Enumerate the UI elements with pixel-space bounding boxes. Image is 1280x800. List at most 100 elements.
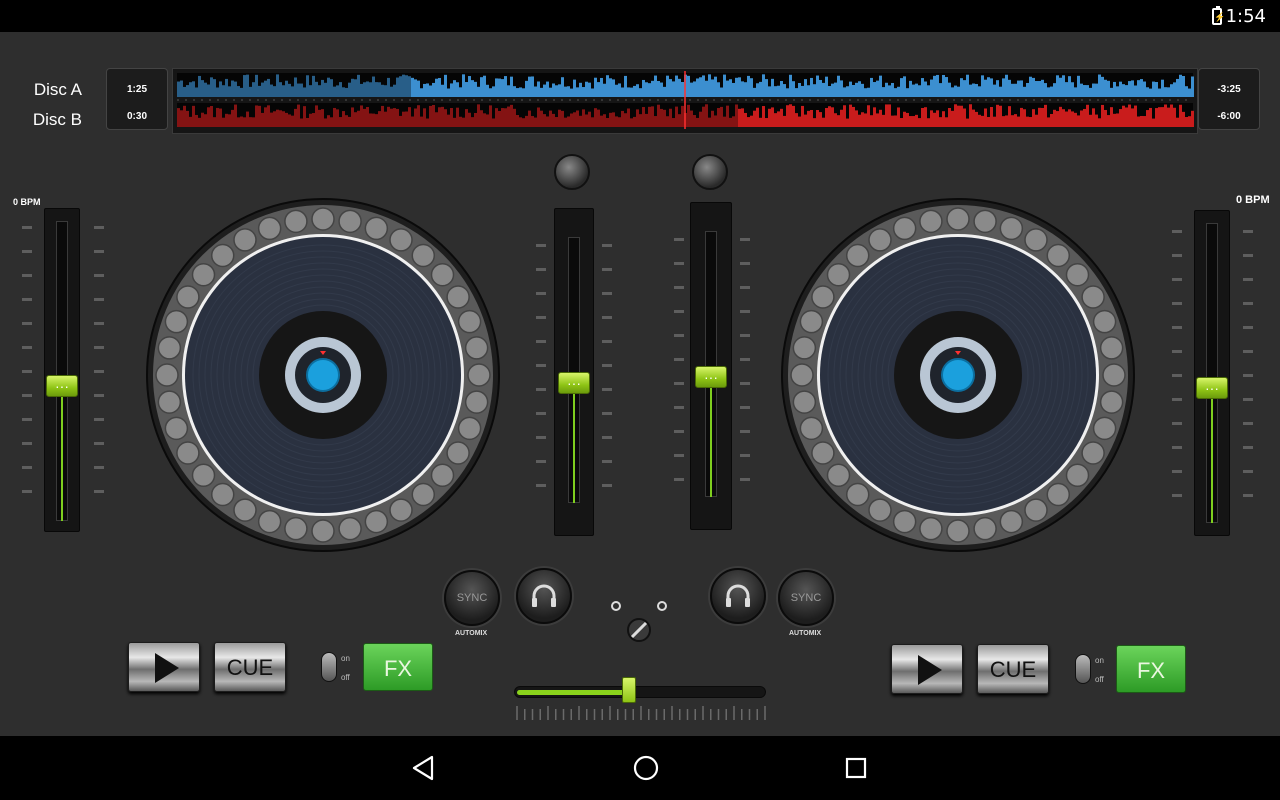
jog-wheel-grip-dot [1092,416,1117,441]
jog-wheel-grip-dot [176,285,200,309]
jog-wheel-grip-dot [311,207,335,231]
deck-b-volume-ticks-left [674,238,684,502]
jog-wheel-grip-dot [311,519,335,543]
deck-b-play-button[interactable] [891,644,963,694]
deck-b-volume-ticks-right [740,238,750,502]
deck-b-pitch-fader[interactable] [1194,210,1230,536]
jog-wheel-grip-dot [919,516,943,541]
jog-wheel-grip-dot [257,216,282,241]
jog-wheel-grip-dot [364,509,389,534]
jog-wheel-grip-dot [999,509,1024,534]
deck-a-sync-button[interactable]: SYNC [444,570,500,626]
spindle [941,358,975,392]
deck-b-headphones-button[interactable] [710,568,766,624]
jog-wheel-grip-dot [826,262,851,287]
deck-a-gain-knob[interactable] [554,154,590,190]
jog-wheel-grip-dot [364,216,389,241]
jog-wheel-grip-dot [1024,228,1048,252]
deck-b-gain-knob[interactable] [692,154,728,190]
deck-a-volume-ticks-right [602,244,612,508]
jog-wheel-grip-dot [467,363,491,387]
deck-b-volume-fader[interactable] [690,202,732,530]
deck-b-volume-fader-knob[interactable] [695,366,727,389]
disc-b-remaining: -6:00 [1217,111,1241,122]
remaining-time-box: -3:25 -6:00 [1198,68,1260,130]
jog-wheel-grip-dot [411,482,436,507]
jog-wheel-grip-dot [790,363,814,387]
crossfader-scale [516,706,766,720]
jog-wheel-grip-dot [1024,498,1048,522]
jog-wheel-grip-dot [446,441,470,465]
jog-wheel-grip-dot [1046,482,1071,507]
jog-wheel-grip-dot [389,498,413,522]
deck-b-cue-button[interactable]: CUE [977,644,1049,694]
deck-a-jog-wheel[interactable] [146,198,500,552]
disc-a-elapsed: 1:25 [126,84,147,95]
waveform-panel[interactable] [172,68,1198,134]
waveform-display[interactable] [173,69,1197,133]
jog-wheel-grip-dot [1046,243,1071,268]
shuffle-icon[interactable] [606,596,670,648]
home-icon[interactable] [630,752,662,784]
jog-wheel-grip-dot [191,463,216,488]
deck-b-pitch-fader-knob[interactable] [1196,377,1228,399]
jog-wheel-grip-dot [457,416,482,441]
deck-a-volume-ticks-left [536,244,546,508]
jog-wheel-grip-dot [157,390,182,414]
jog-wheel-grip-dot [1099,390,1124,414]
deck-a-automix-label: AUTOMIX [455,630,488,637]
deck-a-pitch-fader[interactable] [44,208,80,532]
deck-b-fx-button[interactable]: FX [1116,645,1186,693]
battery-charging-icon: ⚡ [1212,6,1225,25]
play-icon [155,653,179,683]
deck-b-fx-toggle[interactable] [1075,654,1091,684]
deck-a-toggle-off-label: off [341,673,350,682]
elapsed-time-box: 1:25 0:30 [106,68,168,130]
deck-a-play-button[interactable] [128,642,200,692]
deck-a-bpm: 0 BPM [13,197,41,207]
deck-b-bpm: 0 BPM [1236,194,1270,206]
deck-b-jog-wheel[interactable] [781,198,1135,552]
deck-a-pitch-ticks-left [22,226,32,514]
deck-a-volume-fader-knob[interactable] [558,372,590,395]
jog-wheel-grip-dot [811,285,835,309]
jog-wheel-grip-dot [892,509,917,534]
jog-wheel-grip-dot [845,243,870,268]
crossfader-knob[interactable] [621,677,636,703]
jog-wheel-grip-dot [191,262,216,287]
disc-a-remaining: -3:25 [1217,84,1241,95]
status-bar: ⚡ 1:54 [0,0,1280,32]
jog-wheel-grip-dot [1065,262,1090,287]
jog-wheel-grip-dot [338,516,362,541]
deck-a-fx-button[interactable]: FX [363,643,433,691]
jog-wheel-grip-dot [389,228,413,252]
deck-a-fx-toggle[interactable] [321,652,337,682]
deck-b-pitch-ticks-right [1243,230,1253,518]
jog-wheel-grip-dot [845,482,870,507]
deck-a-cue-button[interactable]: CUE [214,642,286,692]
jog-wheel-grip-dot [411,243,436,268]
jog-wheel-grip-dot [1099,336,1124,360]
jog-wheel-grip-dot [868,228,892,252]
jog-wheel-grip-dot [338,209,362,234]
jog-wheel-grip-dot [446,285,470,309]
jog-wheel-grip-dot [946,519,970,543]
dj-mixer-app: Disc A Disc B 1:25 0:30 -3:25 -6:00 0 BP… [0,32,1280,736]
deck-a-sync-label: SYNC [456,592,488,604]
deck-a-volume-fader[interactable] [554,208,594,536]
deck-a-headphones-button[interactable] [516,568,572,624]
jog-wheel-grip-dot [999,216,1024,241]
crossfader[interactable] [514,677,766,703]
navigation-bar [0,736,1280,800]
back-icon[interactable] [408,752,440,784]
jog-wheel-grip-dot [210,243,235,268]
jog-wheel-grip-dot [430,463,455,488]
deck-b-sync-button[interactable]: SYNC [778,570,834,626]
deck-a-pitch-fader-knob[interactable] [46,375,78,397]
jog-wheel-grip-dot [1081,441,1105,465]
jog-wheel-grip-dot [164,416,189,441]
jog-wheel-grip-dot [799,309,824,334]
jog-wheel-grip-dot [155,363,179,387]
recents-icon[interactable] [840,752,872,784]
jog-wheel-grip-dot [826,463,851,488]
